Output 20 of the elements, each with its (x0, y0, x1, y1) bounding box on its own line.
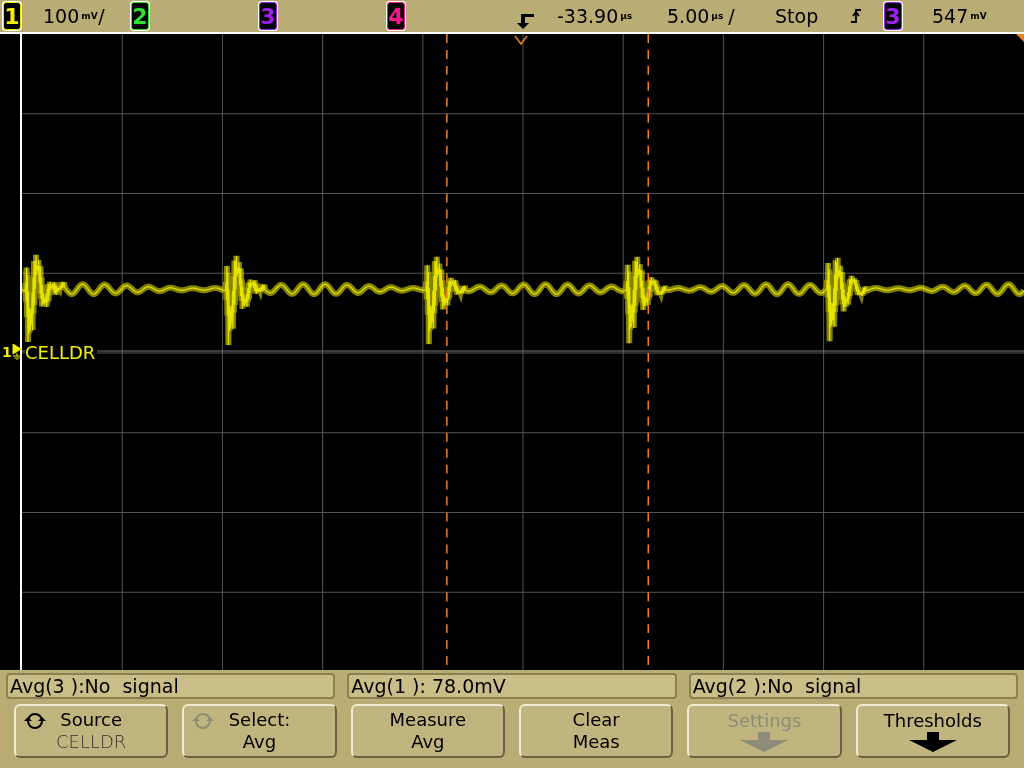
trigger-source-badge[interactable]: 3 (884, 2, 902, 30)
measurement-readout: Avg(1 ): 78.0mV (347, 673, 677, 699)
measurement-readout: Avg(2 ):No signal (688, 673, 1018, 699)
rotate-knob-icon (192, 712, 215, 730)
softkey[interactable]: Measure Avg (350, 704, 505, 758)
softkey[interactable]: Clear Meas (519, 704, 674, 758)
softkey[interactable]: Select: Avg (182, 704, 337, 758)
rising-edge-icon (850, 7, 862, 25)
softkey[interactable]: Thresholds (855, 704, 1010, 758)
channel-badge[interactable]: 4 (387, 2, 405, 30)
trigger-delay-icon (517, 12, 537, 30)
down-arrow-icon (908, 732, 957, 752)
down-arrow-icon (740, 732, 789, 752)
softkey[interactable]: Source CELLDR (14, 704, 169, 758)
channel-badge[interactable]: 2 (131, 2, 149, 30)
measurement-readout: Avg(3 ):No signal (6, 673, 336, 699)
channel-badge[interactable]: 1 (3, 2, 21, 30)
run-state: Stop (775, 4, 820, 29)
rotate-knob-icon (24, 712, 46, 730)
channel-badge[interactable]: 3 (259, 2, 277, 30)
